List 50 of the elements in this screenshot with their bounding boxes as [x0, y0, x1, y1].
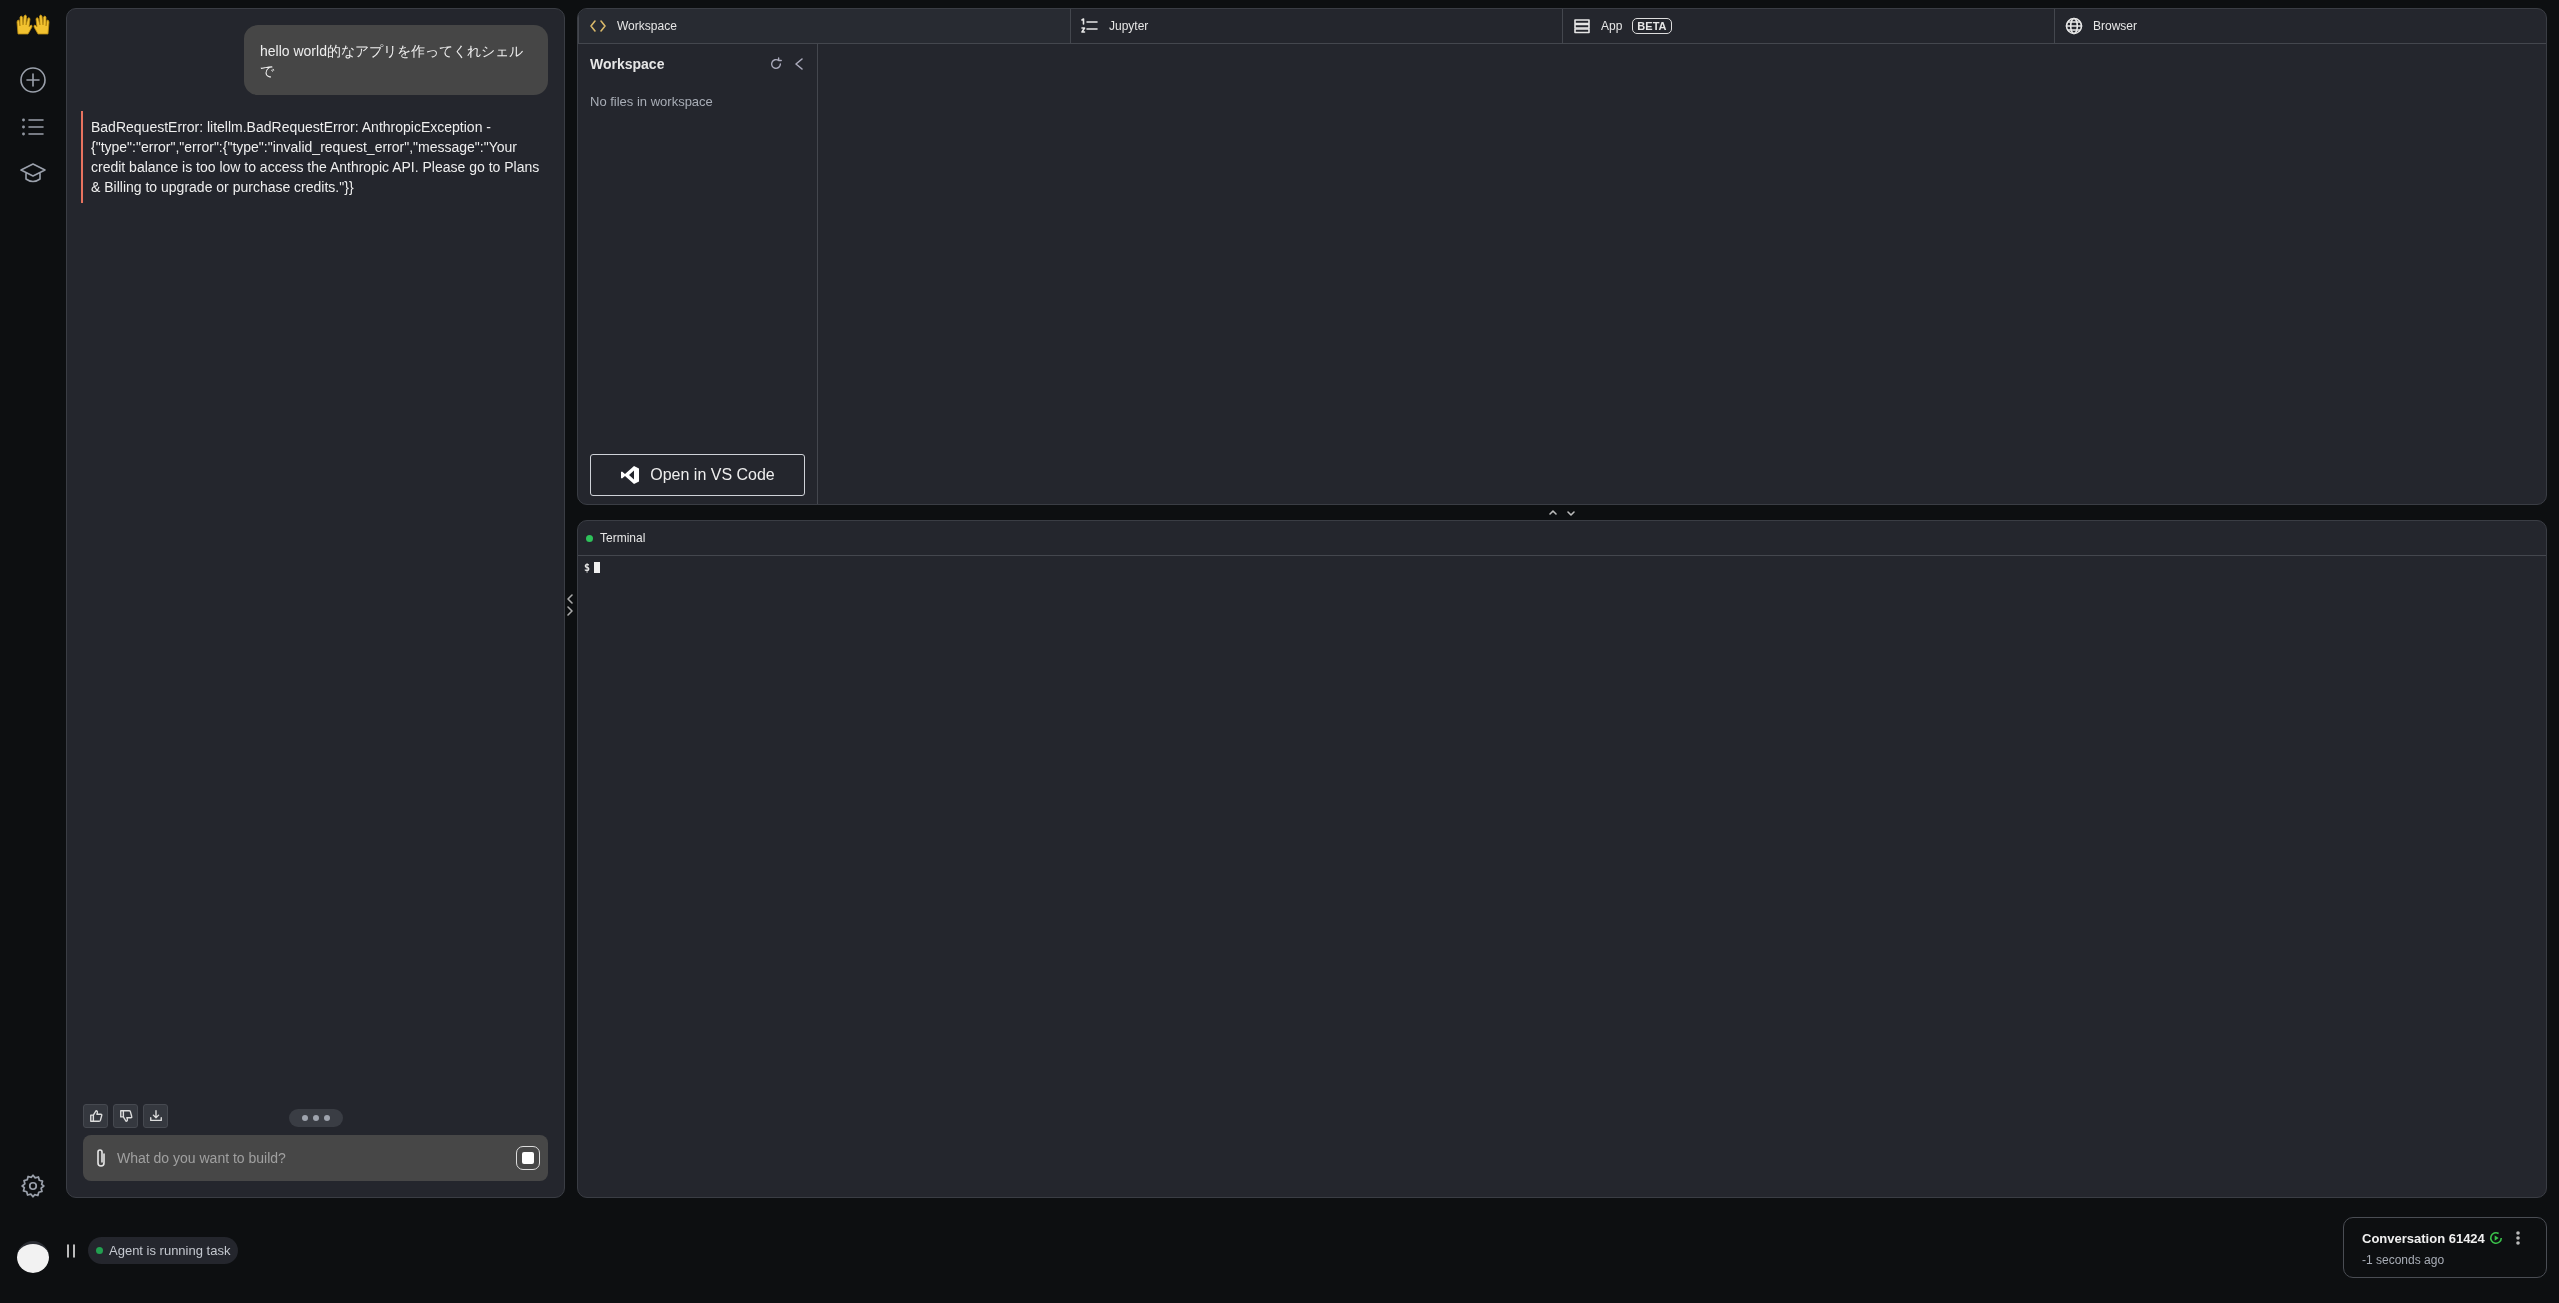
thumbs-up-button[interactable]	[83, 1104, 108, 1128]
terminal-prompt: $	[584, 562, 591, 573]
tab[interactable]: Jupyter	[1070, 9, 1562, 43]
conversation-card[interactable]: Conversation 61424 -1 seconds ago	[2343, 1217, 2547, 1278]
vs-code-icon	[620, 465, 641, 485]
list-icon[interactable]	[21, 116, 45, 138]
chat-input-box[interactable]: What do you want to build?	[83, 1135, 548, 1181]
thumbs-down-button[interactable]	[113, 1104, 138, 1128]
open-vs-code-button[interactable]: Open in VS Code	[590, 454, 805, 496]
tab-label: Jupyter	[1109, 19, 1149, 33]
collapse-icon[interactable]	[793, 57, 805, 71]
panel-title: Workspace	[590, 56, 666, 72]
logo-icon[interactable]	[15, 14, 51, 36]
empty-message: No files in workspace	[590, 94, 713, 109]
beta-badge: BETA	[1632, 18, 1672, 34]
error-message: BadRequestError: litellm.BadRequestError: AnthropicException - {"type":"error","error":{"type":"invalid_request_error","message":"Your credit balance is too low to access the Anthropic API. Please go to Plans & Billing to upgrade or purchase credits."}}	[81, 111, 548, 203]
tab-label: Browser	[2093, 19, 2137, 33]
tab-label: App	[1601, 19, 1623, 33]
status-text: Agent is running task	[109, 1243, 231, 1258]
avatar-icon[interactable]	[17, 1241, 49, 1273]
play-icon	[2488, 1231, 2503, 1245]
numbered-list-icon	[1081, 17, 1099, 35]
stack-icon	[1573, 17, 1591, 35]
paperclip-icon[interactable]	[95, 1148, 107, 1168]
status-dot	[586, 534, 593, 542]
code-icon	[589, 17, 607, 35]
thumbs-down-icon	[118, 1109, 133, 1123]
text-cursor	[594, 562, 601, 573]
conversation-title: Conversation 61424	[2362, 1230, 2485, 1246]
download-button[interactable]	[143, 1104, 168, 1128]
new-chat-icon[interactable]	[19, 66, 47, 94]
tab[interactable]: App BETA	[1562, 9, 2054, 43]
collapse-arrows-icon[interactable]	[565, 593, 575, 617]
resize-arrows-icon[interactable]	[1548, 507, 1576, 518]
globe-icon	[2065, 17, 2083, 35]
refresh-icon[interactable]	[769, 57, 783, 71]
chat-input-field[interactable]: What do you want to build?	[115, 1149, 508, 1167]
thumbs-up-icon	[88, 1109, 103, 1123]
download-icon	[148, 1109, 163, 1123]
conversation-time: -1 seconds ago	[2362, 1253, 2446, 1267]
pause-icon[interactable]	[66, 1243, 76, 1258]
more-options-icon[interactable]	[2514, 1230, 2521, 1246]
typing-indicator	[288, 1109, 343, 1127]
stop-button[interactable]	[516, 1146, 540, 1170]
tab-label: Workspace	[617, 19, 677, 33]
terminal-title: Terminal	[600, 531, 646, 545]
tab[interactable]: Workspace	[578, 9, 1070, 43]
settings-icon[interactable]	[20, 1173, 46, 1199]
tab[interactable]: Browser	[2054, 9, 2546, 43]
user-message: hello world的なアプリを作ってくれシェルで	[244, 25, 548, 95]
